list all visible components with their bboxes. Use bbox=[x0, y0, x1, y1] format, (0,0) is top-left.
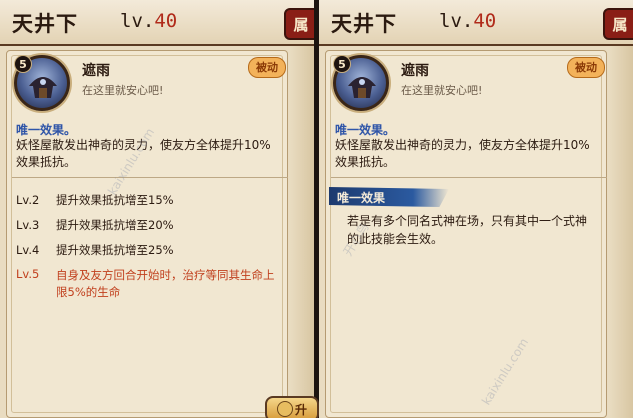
skill-name: 遮雨 bbox=[401, 63, 429, 79]
level-display: lv.40 bbox=[439, 10, 496, 32]
upgrade-level: Lv.5 bbox=[16, 267, 40, 281]
header-bar: 天井下 lv.40 属 bbox=[0, 0, 314, 46]
skill-panel-left: 天井下 lv.40 属 5 遮雨 在这里就安心吧! 被动 唯一效果。 妖怪屋散发… bbox=[0, 0, 314, 418]
effect-title[interactable]: 唯一效果。 bbox=[16, 121, 76, 138]
level-prefix: lv. bbox=[120, 10, 155, 32]
upgrade-text: 自身及友方回合开始时，治疗等同其生命上限5%的生命 bbox=[56, 268, 275, 299]
skill-subtitle: 在这里就安心吧! bbox=[401, 84, 483, 97]
level-prefix: lv. bbox=[439, 10, 474, 32]
panel-edge bbox=[290, 46, 314, 418]
coin-icon bbox=[276, 401, 293, 417]
upgrade-row: Lv.2 提升效果抵抗增至15% bbox=[16, 192, 174, 208]
effect-description: 妖怪屋散发出神奇的灵力，使友方全体提升10%效果抵抗。 bbox=[335, 138, 590, 169]
upgrade-row-max: Lv.5 自身及友方回合开始时，治疗等同其生命上限5%的生命 bbox=[16, 267, 276, 301]
level-display: lv.40 bbox=[120, 10, 177, 32]
divider bbox=[331, 177, 607, 178]
attribute-tab[interactable]: 属 bbox=[284, 8, 314, 40]
upgrade-row: Lv.4 提升效果抵抗增至25% bbox=[16, 242, 174, 258]
passive-badge: 被动 bbox=[567, 57, 605, 78]
header-bar: 天井下 lv.40 属 bbox=[319, 0, 633, 46]
upgrade-level: Lv.3 bbox=[16, 218, 40, 232]
attribute-tab[interactable]: 属 bbox=[603, 8, 633, 40]
tooltip-text: 若是有多个同名式神在场，只有其中一个式神的此技能会生效。 bbox=[347, 214, 588, 246]
upgrade-button[interactable]: 升 bbox=[265, 396, 319, 418]
shikigami-name: 天井下 bbox=[12, 12, 78, 36]
shikigami-name: 天井下 bbox=[331, 12, 397, 36]
skill-subtitle: 在这里就安心吧! bbox=[82, 84, 164, 97]
upgrade-level: Lv.4 bbox=[16, 243, 40, 257]
upgrade-row: Lv.3 提升效果抵抗增至20% bbox=[16, 217, 174, 233]
passive-badge: 被动 bbox=[248, 57, 286, 78]
upgrade-text: 提升效果抵抗增至20% bbox=[56, 218, 174, 232]
upgrade-text: 提升效果抵抗增至25% bbox=[56, 243, 174, 257]
divider bbox=[12, 177, 288, 178]
skill-level-badge: 5 bbox=[333, 55, 351, 73]
upgrade-level: Lv.2 bbox=[16, 193, 40, 207]
skill-level-badge: 5 bbox=[14, 55, 32, 73]
effect-title[interactable]: 唯一效果。 bbox=[335, 121, 395, 138]
tooltip-label: 唯一效果 bbox=[337, 191, 386, 205]
skill-name: 遮雨 bbox=[82, 63, 110, 79]
level-number: 40 bbox=[473, 10, 497, 32]
level-number: 40 bbox=[154, 10, 178, 32]
panel-edge bbox=[609, 46, 633, 418]
skill-panel-right: 天井下 lv.40 属 5 遮雨 在这里就安心吧! 被动 唯一效果。 妖怪屋散发… bbox=[319, 0, 633, 418]
upgrade-button-label: 升 bbox=[294, 402, 307, 417]
